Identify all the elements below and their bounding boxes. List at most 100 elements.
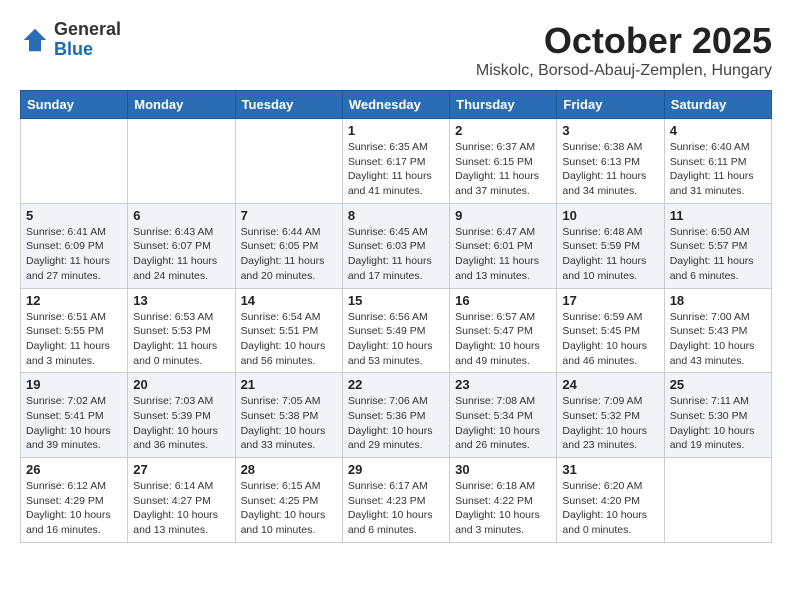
day-info: Sunrise: 6:35 AM Sunset: 6:17 PM Dayligh…: [348, 140, 444, 199]
day-info: Sunrise: 7:00 AM Sunset: 5:43 PM Dayligh…: [670, 310, 766, 369]
calendar-cell: 29 Sunrise: 6:17 AM Sunset: 4:23 PM Dayli…: [342, 458, 449, 543]
day-number: 9: [455, 208, 551, 223]
day-info: Sunrise: 6:44 AM Sunset: 6:05 PM Dayligh…: [241, 225, 337, 284]
day-number: 26: [26, 462, 122, 477]
calendar-cell: [128, 119, 235, 204]
calendar-cell: 19Sunrise: 7:02 AM Sunset: 5:41 PM Dayli…: [21, 373, 128, 458]
calendar-week-row: 26 Sunrise: 6:12 AM Sunset: 4:29 PM Dayli…: [21, 458, 772, 543]
calendar-cell: [235, 119, 342, 204]
calendar-cell: 4 Sunrise: 6:40 AM Sunset: 6:11 PM Daylig…: [664, 119, 771, 204]
weekday-header: Thursday: [450, 91, 557, 119]
day-number: 29: [348, 462, 444, 477]
day-info: Sunrise: 6:59 AM Sunset: 5:45 PM Dayligh…: [562, 310, 658, 369]
day-number: 27: [133, 462, 229, 477]
logo: General Blue: [20, 20, 121, 60]
day-number: 8: [348, 208, 444, 223]
day-number: 31: [562, 462, 658, 477]
day-info: Sunrise: 6:56 AM Sunset: 5:49 PM Dayligh…: [348, 310, 444, 369]
day-number: 1: [348, 123, 444, 138]
location: Miskolc, Borsod-Abauj-Zemplen, Hungary: [476, 62, 772, 80]
weekday-header: Sunday: [21, 91, 128, 119]
day-info: Sunrise: 6:50 AM Sunset: 5:57 PM Dayligh…: [670, 225, 766, 284]
day-number: 6: [133, 208, 229, 223]
day-number: 15: [348, 293, 444, 308]
day-info: Sunrise: 7:11 AM Sunset: 5:30 PM Dayligh…: [670, 394, 766, 453]
day-info: Sunrise: 6:20 AM Sunset: 4:20 PM Dayligh…: [562, 479, 658, 538]
day-number: 22: [348, 377, 444, 392]
weekday-header: Wednesday: [342, 91, 449, 119]
calendar-week-row: 19Sunrise: 7:02 AM Sunset: 5:41 PM Dayli…: [21, 373, 772, 458]
weekday-header: Saturday: [664, 91, 771, 119]
day-number: 11: [670, 208, 766, 223]
day-number: 17: [562, 293, 658, 308]
day-info: Sunrise: 6:41 AM Sunset: 6:09 PM Dayligh…: [26, 225, 122, 284]
day-info: Sunrise: 6:43 AM Sunset: 6:07 PM Dayligh…: [133, 225, 229, 284]
calendar-cell: 11 Sunrise: 6:50 AM Sunset: 5:57 PM Dayli…: [664, 203, 771, 288]
calendar-cell: 6 Sunrise: 6:43 AM Sunset: 6:07 PM Daylig…: [128, 203, 235, 288]
day-number: 13: [133, 293, 229, 308]
calendar-week-row: 12 Sunrise: 6:51 AM Sunset: 5:55 PM Dayli…: [21, 288, 772, 373]
day-number: 21: [241, 377, 337, 392]
day-number: 14: [241, 293, 337, 308]
day-info: Sunrise: 7:05 AM Sunset: 5:38 PM Dayligh…: [241, 394, 337, 453]
day-number: 24: [562, 377, 658, 392]
day-info: Sunrise: 6:15 AM Sunset: 4:25 PM Dayligh…: [241, 479, 337, 538]
title-block: October 2025 Miskolc, Borsod-Abauj-Zempl…: [476, 20, 772, 80]
day-info: Sunrise: 7:02 AM Sunset: 5:41 PM Dayligh…: [26, 394, 122, 453]
day-info: Sunrise: 6:12 AM Sunset: 4:29 PM Dayligh…: [26, 479, 122, 538]
calendar-cell: 31 Sunrise: 6:20 AM Sunset: 4:20 PM Dayli…: [557, 458, 664, 543]
calendar-cell: 13 Sunrise: 6:53 AM Sunset: 5:53 PM Dayli…: [128, 288, 235, 373]
day-number: 7: [241, 208, 337, 223]
calendar-cell: 1 Sunrise: 6:35 AM Sunset: 6:17 PM Daylig…: [342, 119, 449, 204]
day-info: Sunrise: 6:17 AM Sunset: 4:23 PM Dayligh…: [348, 479, 444, 538]
day-number: 30: [455, 462, 551, 477]
page-header: General Blue October 2025 Miskolc, Borso…: [20, 20, 772, 80]
logo-text: General Blue: [54, 20, 121, 60]
calendar-cell: 21 Sunrise: 7:05 AM Sunset: 5:38 PM Dayli…: [235, 373, 342, 458]
calendar-cell: 23Sunrise: 7:08 AM Sunset: 5:34 PM Dayli…: [450, 373, 557, 458]
weekday-header: Friday: [557, 91, 664, 119]
weekday-header-row: SundayMondayTuesdayWednesdayThursdayFrid…: [21, 91, 772, 119]
calendar-cell: 24 Sunrise: 7:09 AM Sunset: 5:32 PM Dayli…: [557, 373, 664, 458]
day-number: 12: [26, 293, 122, 308]
day-info: Sunrise: 6:37 AM Sunset: 6:15 PM Dayligh…: [455, 140, 551, 199]
day-info: Sunrise: 6:40 AM Sunset: 6:11 PM Dayligh…: [670, 140, 766, 199]
day-number: 23: [455, 377, 551, 392]
day-number: 20: [133, 377, 229, 392]
day-info: Sunrise: 7:09 AM Sunset: 5:32 PM Dayligh…: [562, 394, 658, 453]
calendar-cell: 16Sunrise: 6:57 AM Sunset: 5:47 PM Dayli…: [450, 288, 557, 373]
day-number: 25: [670, 377, 766, 392]
calendar-cell: 25 Sunrise: 7:11 AM Sunset: 5:30 PM Dayli…: [664, 373, 771, 458]
month-title: October 2025: [476, 20, 772, 62]
calendar-cell: 27 Sunrise: 6:14 AM Sunset: 4:27 PM Dayli…: [128, 458, 235, 543]
calendar-cell: 17 Sunrise: 6:59 AM Sunset: 5:45 PM Dayli…: [557, 288, 664, 373]
day-number: 16: [455, 293, 551, 308]
day-number: 2: [455, 123, 551, 138]
calendar-cell: 30 Sunrise: 6:18 AM Sunset: 4:22 PM Dayli…: [450, 458, 557, 543]
calendar-week-row: 5 Sunrise: 6:41 AM Sunset: 6:09 PM Daylig…: [21, 203, 772, 288]
day-info: Sunrise: 6:48 AM Sunset: 5:59 PM Dayligh…: [562, 225, 658, 284]
day-info: Sunrise: 6:14 AM Sunset: 4:27 PM Dayligh…: [133, 479, 229, 538]
day-info: Sunrise: 6:45 AM Sunset: 6:03 PM Dayligh…: [348, 225, 444, 284]
weekday-header: Monday: [128, 91, 235, 119]
day-number: 5: [26, 208, 122, 223]
day-number: 4: [670, 123, 766, 138]
day-number: 3: [562, 123, 658, 138]
day-info: Sunrise: 6:18 AM Sunset: 4:22 PM Dayligh…: [455, 479, 551, 538]
logo-blue: Blue: [54, 40, 121, 60]
calendar-cell: 8 Sunrise: 6:45 AM Sunset: 6:03 PM Daylig…: [342, 203, 449, 288]
day-info: Sunrise: 6:38 AM Sunset: 6:13 PM Dayligh…: [562, 140, 658, 199]
day-info: Sunrise: 6:51 AM Sunset: 5:55 PM Dayligh…: [26, 310, 122, 369]
day-number: 10: [562, 208, 658, 223]
calendar-cell: 28Sunrise: 6:15 AM Sunset: 4:25 PM Dayli…: [235, 458, 342, 543]
weekday-header: Tuesday: [235, 91, 342, 119]
day-info: Sunrise: 7:03 AM Sunset: 5:39 PM Dayligh…: [133, 394, 229, 453]
day-info: Sunrise: 6:54 AM Sunset: 5:51 PM Dayligh…: [241, 310, 337, 369]
calendar-cell: 20 Sunrise: 7:03 AM Sunset: 5:39 PM Dayli…: [128, 373, 235, 458]
calendar-cell: 10 Sunrise: 6:48 AM Sunset: 5:59 PM Dayli…: [557, 203, 664, 288]
day-info: Sunrise: 6:53 AM Sunset: 5:53 PM Dayligh…: [133, 310, 229, 369]
calendar-cell: 22 Sunrise: 7:06 AM Sunset: 5:36 PM Dayli…: [342, 373, 449, 458]
calendar-week-row: 1 Sunrise: 6:35 AM Sunset: 6:17 PM Daylig…: [21, 119, 772, 204]
day-info: Sunrise: 7:06 AM Sunset: 5:36 PM Dayligh…: [348, 394, 444, 453]
calendar-cell: 26 Sunrise: 6:12 AM Sunset: 4:29 PM Dayli…: [21, 458, 128, 543]
